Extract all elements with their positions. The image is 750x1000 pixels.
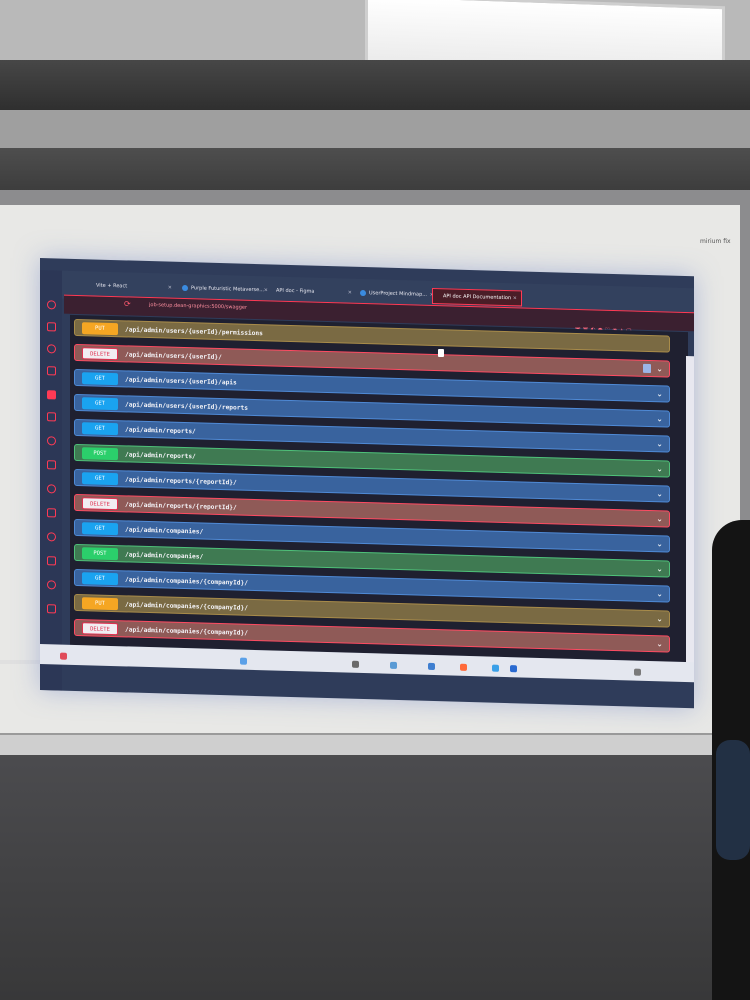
- app-icon[interactable]: [390, 661, 397, 669]
- list-icon[interactable]: [47, 556, 56, 566]
- tab-label: API doc API Documentation: [443, 293, 512, 302]
- lower-wall: [0, 750, 750, 1000]
- wall-strip: [0, 110, 750, 150]
- chevron-down-icon[interactable]: ⌄: [656, 588, 663, 600]
- endpoint-path: /api/admin/users/{userId}/: [125, 351, 222, 362]
- reload-icon[interactable]: ⟳: [124, 299, 131, 308]
- method-badge: GET: [82, 397, 118, 411]
- app-icon[interactable]: [460, 663, 467, 671]
- endpoint-path: /api/admin/companies/{companyId}/: [125, 576, 248, 587]
- scrollbar[interactable]: [686, 356, 694, 677]
- grid-icon[interactable]: [47, 366, 56, 376]
- method-badge: DELETE: [82, 622, 118, 636]
- tab-label: API doc - Figma: [276, 287, 315, 295]
- chevron-down-icon[interactable]: ⌄: [656, 413, 663, 425]
- chevron-down-icon[interactable]: ⌄: [656, 538, 663, 550]
- endpoint-path: /api/admin/reports/: [125, 451, 196, 461]
- method-badge: PUT: [82, 597, 118, 611]
- projected-browser-window: Vite + React × Purple Futuristic Metaver…: [40, 258, 694, 709]
- lock-icon[interactable]: [643, 363, 651, 374]
- app-icon[interactable]: [240, 657, 247, 665]
- chevron-down-icon[interactable]: ⌄: [656, 488, 663, 500]
- tab-mindmap[interactable]: UserProject Mindmap... ×: [350, 286, 438, 302]
- endpoint-path: /api/admin/users/{userId}/apis: [125, 376, 237, 387]
- app-icon[interactable]: [492, 664, 499, 672]
- endpoint-path: /api/admin/users/{userId}/reports: [125, 401, 248, 412]
- heart-icon[interactable]: [47, 532, 56, 542]
- settings-icon[interactable]: [47, 484, 56, 494]
- tab-vite-react[interactable]: Vite + React ×: [86, 278, 176, 295]
- tab-figma[interactable]: API doc - Figma ×: [266, 283, 356, 300]
- url-text[interactable]: job-setup.dean-graphics:5000/swagger: [149, 302, 247, 311]
- method-badge: GET: [82, 372, 118, 386]
- cable: [0, 660, 40, 664]
- chevron-down-icon[interactable]: ⌄: [656, 388, 663, 400]
- tab-label: Vite + React: [96, 282, 128, 290]
- chevron-down-icon[interactable]: ⌄: [656, 638, 663, 650]
- endpoint-path: /api/admin/reports/: [125, 426, 196, 436]
- circle-icon[interactable]: [47, 344, 56, 354]
- method-badge: GET: [82, 472, 118, 486]
- tab-favicon-icon: [182, 284, 188, 291]
- wifi-icon[interactable]: [47, 460, 56, 470]
- clock-icon[interactable]: [47, 580, 56, 590]
- app-icon[interactable]: [428, 662, 435, 671]
- chevron-down-icon[interactable]: ⌄: [656, 563, 663, 575]
- endpoint-path: /api/admin/companies/{companyId}/: [125, 601, 248, 612]
- home-icon[interactable]: [47, 300, 56, 310]
- ceiling-beam: [0, 60, 750, 112]
- method-badge: POST: [82, 447, 118, 461]
- close-icon[interactable]: ×: [513, 291, 517, 305]
- start-icon[interactable]: [60, 652, 67, 660]
- method-badge: GET: [82, 522, 118, 536]
- method-badge: PUT: [82, 322, 118, 336]
- tab-api-documentation[interactable]: API doc API Documentation ×: [432, 287, 522, 307]
- method-badge: DELETE: [82, 497, 118, 511]
- method-badge: DELETE: [82, 347, 118, 361]
- tab-purple-futuristic[interactable]: Purple Futuristic Metaverse... ×: [172, 281, 272, 298]
- app-icon[interactable]: [510, 665, 517, 673]
- arrow-icon[interactable]: [47, 436, 56, 446]
- screen-bottom-bar: [0, 733, 740, 755]
- bag-icon[interactable]: [47, 322, 56, 332]
- chevron-down-icon[interactable]: ⌄: [656, 613, 663, 625]
- tab-label: Purple Futuristic Metaverse...: [191, 285, 264, 294]
- method-badge: GET: [82, 422, 118, 436]
- method-badge: GET: [82, 572, 118, 586]
- app-icon[interactable]: [352, 660, 359, 668]
- swagger-endpoint-list: PUT /api/admin/users/{userId}/permission…: [70, 314, 688, 663]
- endpoint-path: /api/admin/reports/{reportId}/: [125, 501, 237, 512]
- chevron-down-icon[interactable]: ⌄: [656, 513, 663, 525]
- box-icon[interactable]: [47, 508, 56, 518]
- tab-favicon-icon: [360, 289, 366, 296]
- endpoint-path: /api/admin/reports/{reportId}/: [125, 476, 237, 487]
- screen-brand-label: mirium fix: [700, 238, 731, 245]
- camera-icon[interactable]: [47, 604, 56, 614]
- endpoint-path: /api/admin/companies/: [125, 551, 204, 561]
- tab-label: UserProject Mindmap...: [369, 290, 428, 298]
- endpoint-path: /api/admin/companies/: [125, 526, 204, 536]
- tray-icon[interactable]: [634, 668, 641, 676]
- active-square-icon[interactable]: [47, 390, 56, 400]
- mouse-cursor-icon: [438, 349, 444, 357]
- method-badge: POST: [82, 547, 118, 561]
- browser-sidebar: [40, 270, 62, 691]
- person-arm: [716, 740, 750, 860]
- chevron-down-icon[interactable]: ⌄: [656, 363, 663, 375]
- chevron-down-icon[interactable]: ⌄: [656, 438, 663, 450]
- chevron-down-icon[interactable]: ⌄: [656, 463, 663, 475]
- endpoint-path: /api/admin/companies/{companyId}/: [125, 626, 248, 637]
- endpoint-path: /api/admin/users/{userId}/permissions: [125, 326, 263, 338]
- gamepad-icon[interactable]: [47, 412, 56, 422]
